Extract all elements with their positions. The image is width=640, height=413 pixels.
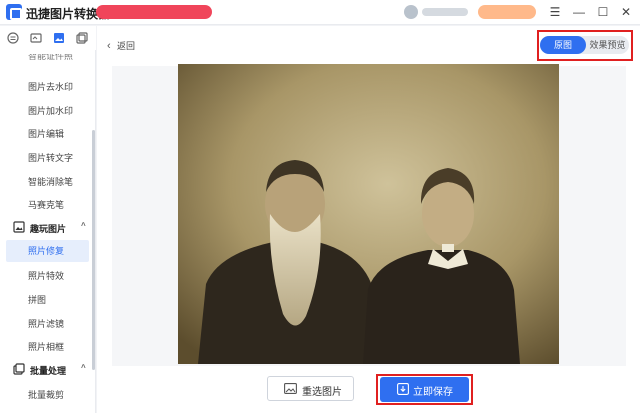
section-label: 趣玩图片 [30, 224, 67, 234]
section-label: 批量处理 [30, 366, 67, 376]
section-fun-images[interactable]: 趣玩图片 ^ [13, 221, 91, 235]
vip-badge[interactable] [478, 5, 536, 19]
sidebar: 智能证件照 图片去水印 图片加水印 图片编辑 图片转文字 智能消除笔 马赛克笔 … [0, 50, 96, 413]
batch-icon [13, 363, 25, 375]
sidebar-item-photo-filter[interactable]: 照片滤镜 [28, 317, 88, 330]
old-portrait-photo [178, 64, 559, 364]
sidebar-scrollbar[interactable] [92, 130, 95, 370]
sidebar-item-id-photo[interactable]: 智能证件照 [28, 54, 88, 62]
username-placeholder [422, 8, 468, 16]
tab-effect-preview[interactable]: 效果预览 [586, 36, 629, 54]
sidebar-item-remove-watermark[interactable]: 图片去水印 [28, 80, 88, 93]
back-label: 返回 [117, 41, 136, 51]
maximize-button[interactable]: ☐ [594, 3, 612, 21]
tab-original[interactable]: 原图 [540, 36, 586, 54]
sidebar-item-smart-eraser[interactable]: 智能消除笔 [28, 175, 88, 188]
avatar [404, 5, 418, 19]
section-batch-processing[interactable]: 批量处理 ^ [13, 363, 91, 377]
app-logo-icon [6, 4, 22, 20]
sidebar-item-add-watermark[interactable]: 图片加水印 [28, 104, 88, 117]
button-label: 立即保存 [413, 387, 453, 398]
sidebar-item-photo-effects[interactable]: 照片特效 [28, 269, 88, 282]
back-button[interactable]: ‹ 返回 [107, 39, 135, 52]
close-button[interactable]: ✕ [617, 3, 635, 21]
picture-icon [13, 221, 25, 233]
chevron-up-icon: ^ [81, 363, 86, 372]
sidebar-item-photo-repair[interactable]: 照片修复 [6, 240, 89, 262]
download-icon [397, 383, 409, 395]
sidebar-item-image-to-text[interactable]: 图片转文字 [28, 151, 88, 164]
user-profile[interactable] [404, 5, 470, 19]
sidebar-item-batch-crop[interactable]: 批量裁剪 [28, 388, 88, 401]
sidebar-item-photo-frame[interactable]: 照片相框 [28, 340, 88, 353]
minimize-button[interactable]: — [570, 3, 588, 21]
promo-banner[interactable] [96, 5, 212, 19]
chevron-left-icon: ‹ [107, 40, 111, 52]
sidebar-icon-bar [0, 26, 96, 50]
title-bar: 迅捷图片转换器 ☰ — ☐ ✕ [0, 0, 640, 25]
image-convert-icon[interactable] [30, 32, 42, 44]
list-icon[interactable] [7, 32, 19, 44]
button-label: 重选图片 [302, 387, 342, 398]
layers-icon[interactable] [76, 32, 88, 44]
chevron-up-icon: ^ [81, 221, 86, 230]
sidebar-item-mosaic[interactable]: 马赛克笔 [28, 198, 88, 211]
sidebar-item-image-edit[interactable]: 图片编辑 [28, 127, 88, 140]
sidebar-item-collage[interactable]: 拼图 [28, 293, 88, 306]
menu-icon[interactable]: ☰ [546, 3, 564, 21]
picture-icon[interactable] [53, 32, 65, 44]
view-toggle[interactable]: 原图 效果预览 [540, 36, 629, 54]
image-icon [284, 383, 297, 394]
reselect-image-button[interactable]: 重选图片 [267, 376, 354, 401]
main-panel: ‹ 返回 原图 效果预览 重选图片 立即保存 [97, 26, 640, 413]
save-now-button[interactable]: 立即保存 [380, 377, 469, 402]
